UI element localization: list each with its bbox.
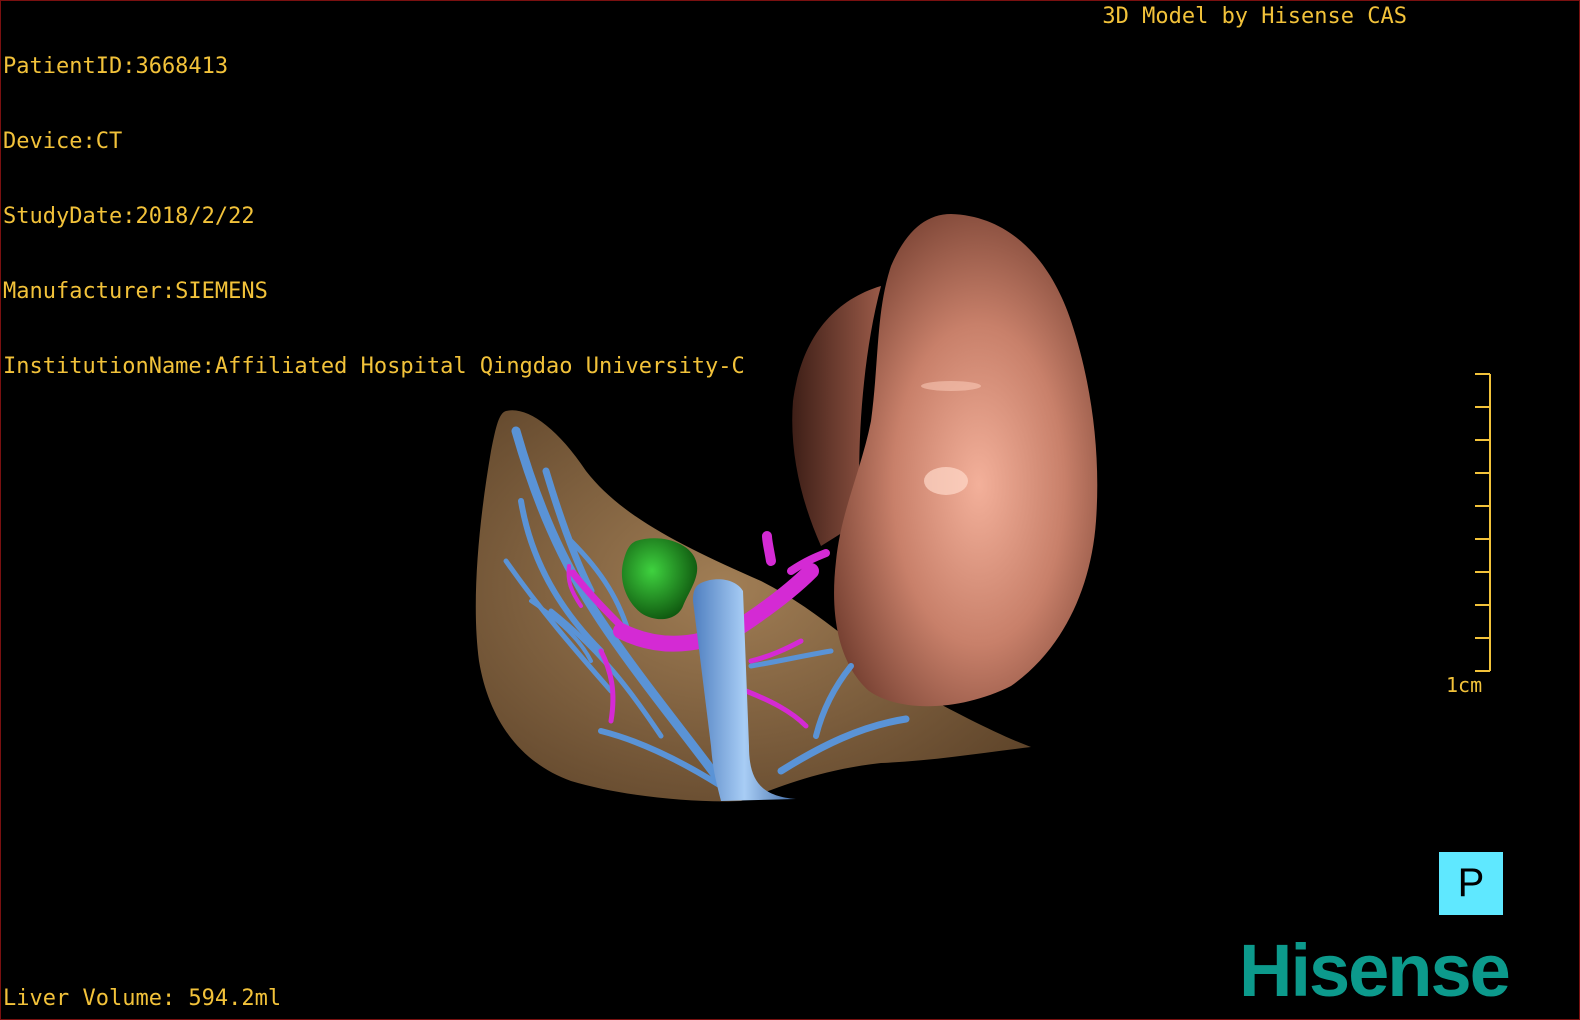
scale-label: 1cm xyxy=(1446,673,1483,697)
study-date-text: StudyDate:2018/2/22 xyxy=(3,204,255,229)
kidney-model[interactable] xyxy=(834,214,1098,707)
kidney-highlight xyxy=(924,467,968,495)
scale-ruler xyxy=(1475,373,1491,672)
model-credit-text: 3D Model by Hisense CAS xyxy=(1102,4,1407,29)
dicom-info-overlay: PatientID:3668413 Device:CT StudyDate:20… xyxy=(3,4,745,429)
hisense-logo: Hisense xyxy=(1239,929,1511,1012)
device-text: Device:CT xyxy=(3,129,123,154)
kidney-highlight xyxy=(921,381,981,391)
manufacturer-text: Manufacturer:SIEMENS xyxy=(3,279,268,304)
3d-viewport[interactable]: PatientID:3668413 Device:CT StudyDate:20… xyxy=(0,0,1580,1020)
patient-id-text: PatientID:3668413 xyxy=(3,54,229,79)
institution-text: InstitutionName:Affiliated Hospital Qing… xyxy=(3,354,745,379)
orientation-button[interactable]: P xyxy=(1439,852,1503,915)
liver-volume-text: Liver Volume: 594.2ml xyxy=(3,986,282,1011)
